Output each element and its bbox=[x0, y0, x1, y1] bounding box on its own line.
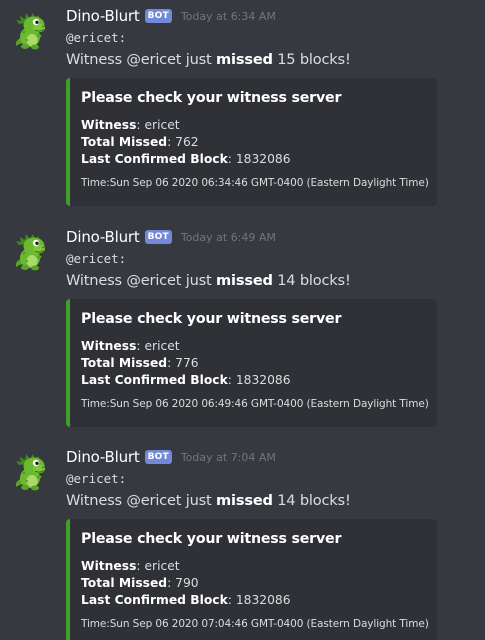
username[interactable]: Dino-Blurt bbox=[66, 448, 140, 466]
message-text: Witness @ericet just missed 14 blocks! bbox=[66, 492, 351, 509]
message-timestamp[interactable]: Today at 7:04 AM bbox=[181, 451, 276, 464]
message-header: Dino-Blurt BOT Today at 6:49 AM bbox=[66, 226, 276, 248]
message-timestamp[interactable]: Today at 6:49 AM bbox=[181, 231, 276, 244]
message-text-after: 15 blocks! bbox=[272, 51, 351, 68]
mention-code: @ericet: bbox=[66, 471, 127, 486]
username[interactable]: Dino-Blurt bbox=[66, 7, 140, 25]
field-value: : ericet bbox=[136, 559, 180, 573]
username[interactable]: Dino-Blurt bbox=[66, 228, 140, 246]
field-value: : 1832086 bbox=[227, 373, 291, 387]
embed-field-witness: Witness: ericet bbox=[81, 118, 180, 132]
field-key: Witness bbox=[81, 339, 137, 353]
embed-card: Please check your witness server Witness… bbox=[66, 519, 437, 640]
embed-title: Please check your witness server bbox=[81, 90, 342, 106]
field-key: Last Confirmed Block bbox=[81, 593, 228, 607]
message-text-after: 14 blocks! bbox=[272, 272, 351, 289]
bot-badge: BOT bbox=[144, 450, 172, 464]
field-key: Witness bbox=[81, 118, 137, 132]
embed-accent-bar bbox=[66, 299, 70, 427]
message-text-before: Witness @ericet just bbox=[66, 51, 217, 68]
embed-card: Please check your witness server Witness… bbox=[66, 78, 437, 206]
field-value: : 776 bbox=[167, 356, 199, 370]
field-key: Witness bbox=[81, 559, 137, 573]
field-value: : 762 bbox=[167, 135, 199, 149]
dino-avatar-icon[interactable] bbox=[14, 231, 48, 271]
field-value: : ericet bbox=[136, 339, 180, 353]
embed-field-witness: Witness: ericet bbox=[81, 559, 180, 573]
message-text-after: 14 blocks! bbox=[272, 492, 351, 509]
field-value: : 1832086 bbox=[227, 593, 291, 607]
mention-code: @ericet: bbox=[66, 30, 127, 45]
message-text: Witness @ericet just missed 14 blocks! bbox=[66, 272, 351, 289]
field-key: Total Missed bbox=[81, 576, 168, 590]
embed-accent-bar bbox=[66, 519, 70, 640]
dino-avatar-icon[interactable] bbox=[14, 451, 48, 491]
message-header: Dino-Blurt BOT Today at 6:34 AM bbox=[66, 5, 276, 27]
embed-field-last-block: Last Confirmed Block: 1832086 bbox=[81, 373, 291, 387]
embed-footer: Time:Sun Sep 06 2020 07:04:46 GMT-0400 (… bbox=[81, 618, 429, 630]
embed-field-total-missed: Total Missed: 776 bbox=[81, 356, 199, 370]
field-key: Total Missed bbox=[81, 135, 168, 149]
embed-title: Please check your witness server bbox=[81, 311, 342, 327]
embed-card: Please check your witness server Witness… bbox=[66, 299, 437, 427]
field-key: Last Confirmed Block bbox=[81, 373, 228, 387]
field-key: Last Confirmed Block bbox=[81, 152, 228, 166]
embed-field-last-block: Last Confirmed Block: 1832086 bbox=[81, 152, 291, 166]
embed-title: Please check your witness server bbox=[81, 531, 342, 547]
field-value: : 790 bbox=[167, 576, 199, 590]
message-text-before: Witness @ericet just bbox=[66, 492, 217, 509]
embed-field-total-missed: Total Missed: 762 bbox=[81, 135, 199, 149]
embed-field-witness: Witness: ericet bbox=[81, 339, 180, 353]
mention-code: @ericet: bbox=[66, 251, 127, 266]
field-value: : ericet bbox=[136, 118, 180, 132]
bot-badge: BOT bbox=[144, 230, 172, 244]
field-value: : 1832086 bbox=[227, 152, 291, 166]
message-timestamp[interactable]: Today at 6:34 AM bbox=[181, 10, 276, 23]
field-key: Total Missed bbox=[81, 356, 168, 370]
message-header: Dino-Blurt BOT Today at 7:04 AM bbox=[66, 446, 276, 468]
dino-avatar-icon[interactable] bbox=[14, 10, 48, 50]
embed-accent-bar bbox=[66, 78, 70, 206]
bot-badge: BOT bbox=[144, 9, 172, 23]
message-text-bold: missed bbox=[216, 51, 273, 68]
embed-field-last-block: Last Confirmed Block: 1832086 bbox=[81, 593, 291, 607]
message-text-before: Witness @ericet just bbox=[66, 272, 217, 289]
message-text-bold: missed bbox=[216, 272, 273, 289]
embed-field-total-missed: Total Missed: 790 bbox=[81, 576, 199, 590]
embed-footer: Time:Sun Sep 06 2020 06:49:46 GMT-0400 (… bbox=[81, 398, 429, 410]
message-text-bold: missed bbox=[216, 492, 273, 509]
embed-footer: Time:Sun Sep 06 2020 06:34:46 GMT-0400 (… bbox=[81, 177, 429, 189]
message-text: Witness @ericet just missed 15 blocks! bbox=[66, 51, 351, 68]
